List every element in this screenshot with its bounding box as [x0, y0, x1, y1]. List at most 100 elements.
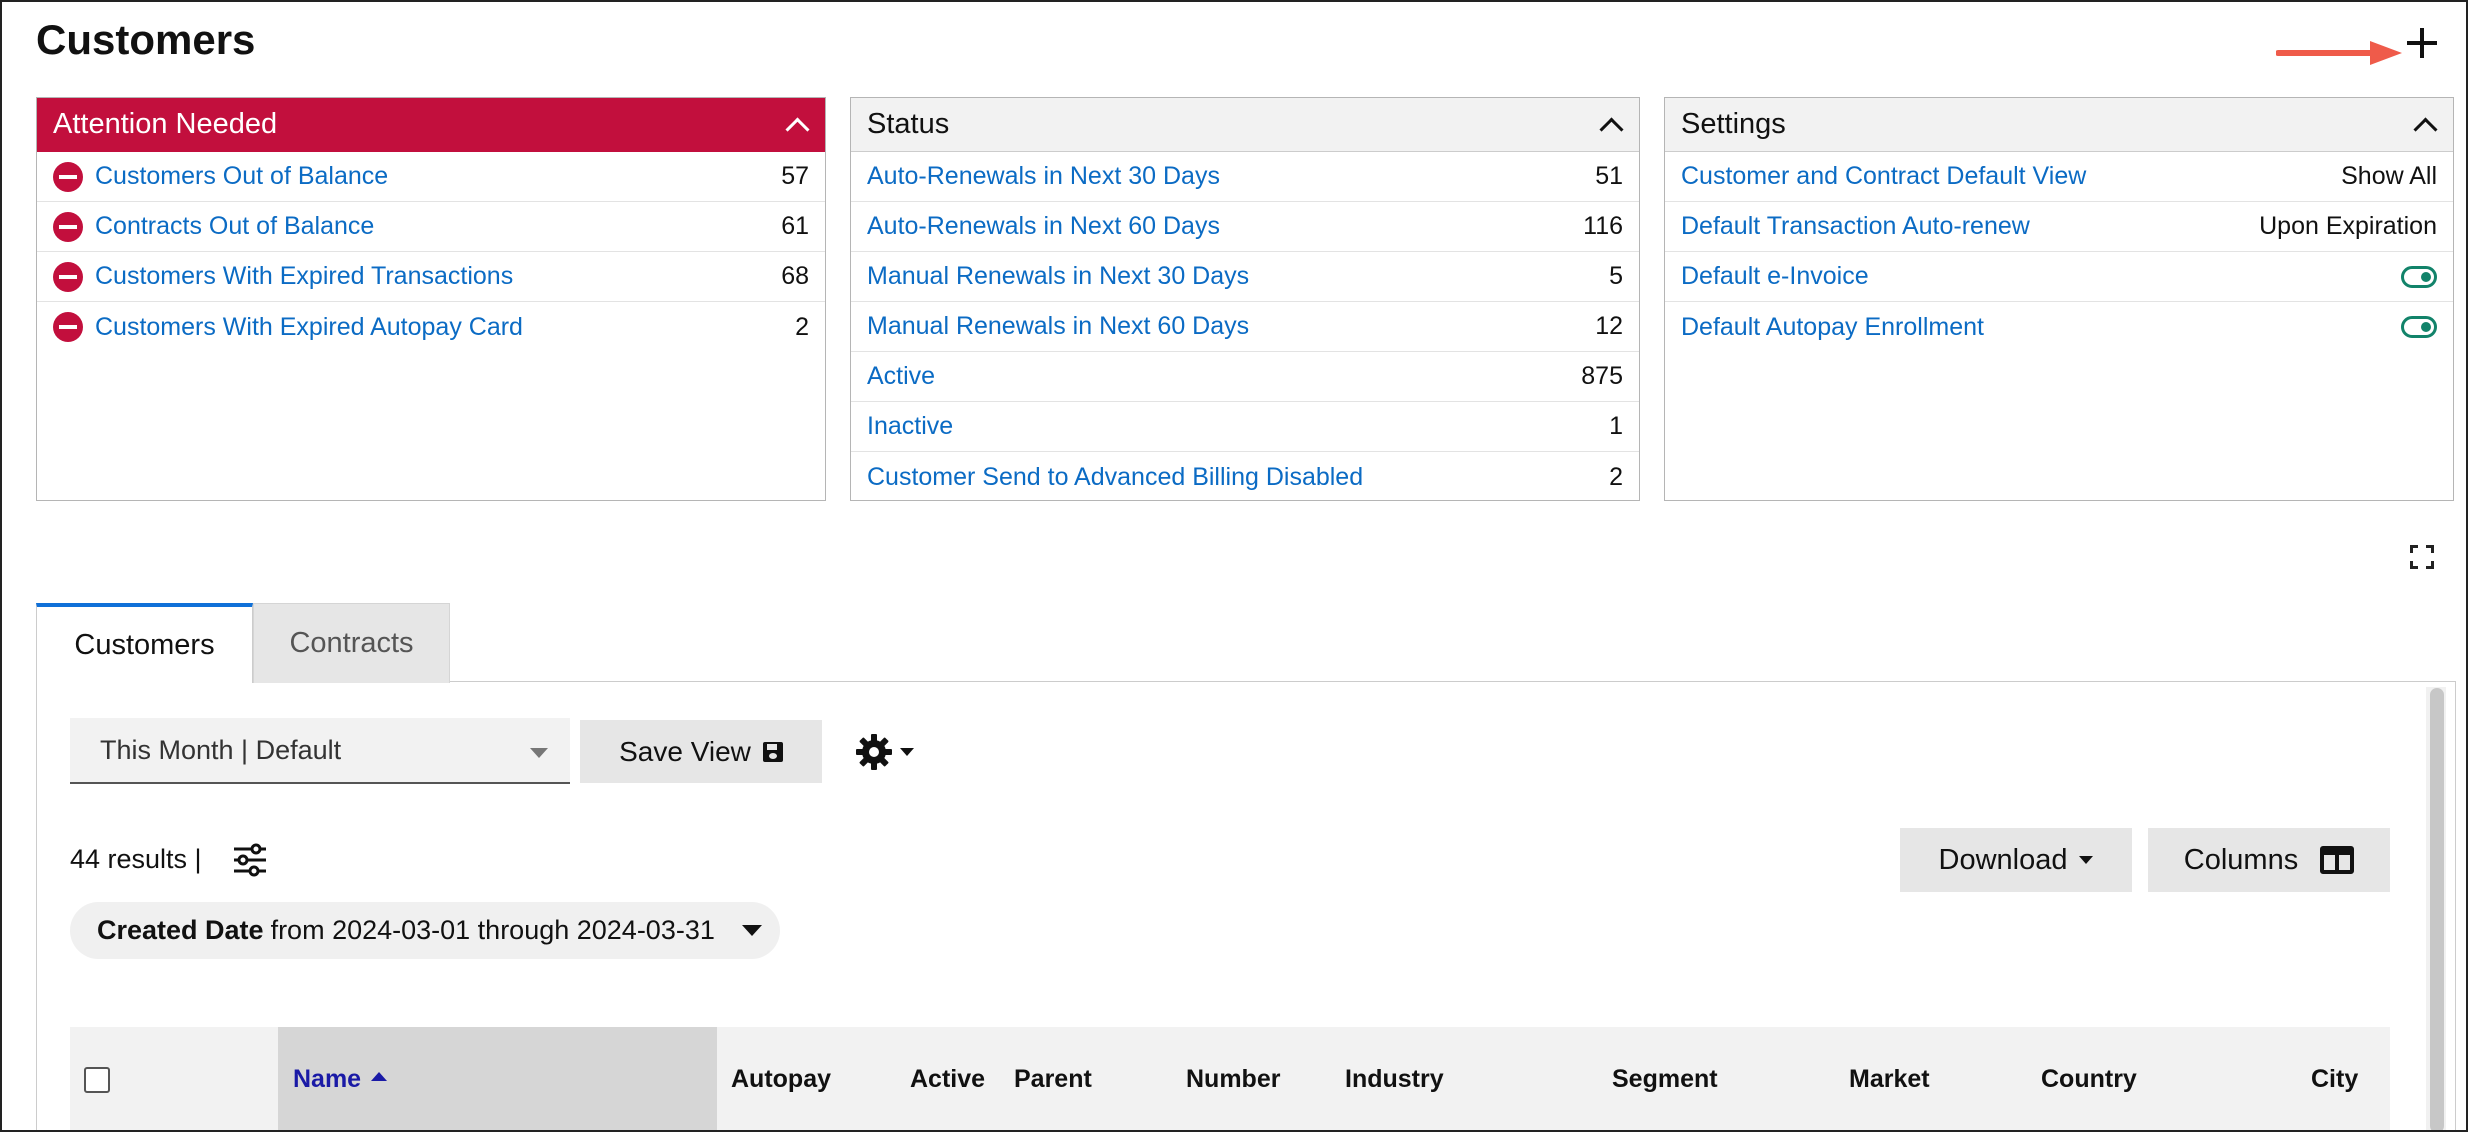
minus-circle-icon: [53, 261, 83, 292]
list-item: Inactive 1: [851, 402, 1639, 452]
card-title: Status: [867, 108, 950, 140]
setting-link[interactable]: Default e-Invoice: [1681, 262, 1869, 291]
status-link[interactable]: Customer Send to Advanced Billing Disabl…: [867, 463, 1363, 492]
toggle-on-icon[interactable]: [2401, 316, 2437, 338]
filter-sliders-icon[interactable]: [230, 840, 270, 880]
count: 51: [1595, 162, 1623, 190]
attention-link[interactable]: Customers With Expired Transactions: [95, 262, 513, 291]
count: 116: [1583, 212, 1623, 240]
status-link[interactable]: Inactive: [867, 412, 953, 441]
status-header[interactable]: Status: [851, 98, 1639, 152]
list-item: Customers Out of Balance 57: [37, 152, 825, 202]
list-item: Default Autopay Enrollment: [1665, 302, 2453, 352]
tab-contracts[interactable]: Contracts: [253, 603, 450, 683]
caret-down-icon: [741, 925, 762, 936]
attention-link[interactable]: Customers With Expired Autopay Card: [95, 313, 523, 342]
setting-value: Upon Expiration: [2259, 212, 2437, 240]
view-select[interactable]: This Month | Default: [70, 718, 570, 784]
list-item: Auto-Renewals in Next 60 Days 116: [851, 202, 1639, 252]
setting-link[interactable]: Default Autopay Enrollment: [1681, 313, 1984, 342]
count: 61: [781, 212, 809, 240]
columns-label: Columns: [2183, 843, 2299, 876]
column-header-number[interactable]: Number: [1186, 1027, 1280, 1130]
status-link[interactable]: Auto-Renewals in Next 60 Days: [867, 212, 1220, 241]
chevron-up-icon[interactable]: [1597, 112, 1623, 138]
count: 1: [1609, 412, 1623, 440]
save-view-button[interactable]: Save View: [580, 720, 822, 783]
app-window: Customers Attention Needed Customers Out…: [0, 0, 2468, 1132]
column-header-autopay[interactable]: Autopay: [731, 1027, 831, 1130]
columns-button[interactable]: Columns: [2148, 828, 2390, 892]
status-link[interactable]: Manual Renewals in Next 60 Days: [867, 312, 1249, 341]
count: 57: [781, 162, 809, 190]
list-item: Customer and Contract Default View Show A…: [1665, 152, 2453, 202]
status-link[interactable]: Auto-Renewals in Next 30 Days: [867, 162, 1220, 191]
card-title: Settings: [1681, 108, 1786, 140]
count: 2: [795, 312, 809, 341]
download-button[interactable]: Download: [1900, 828, 2132, 892]
status-card: Status Auto-Renewals in Next 30 Days 51 A…: [850, 97, 1640, 501]
results-count: 44 results |: [70, 844, 202, 874]
setting-value: Show All: [2341, 162, 2437, 190]
columns-icon: [2320, 846, 2355, 874]
save-view-label: Save View: [619, 735, 751, 767]
select-all-checkbox[interactable]: [84, 1067, 110, 1093]
settings-card: Settings Customer and Contract Default V…: [1664, 97, 2454, 501]
attention-needed-card: Attention Needed Customers Out of Balanc…: [36, 97, 826, 501]
sort-asc-icon: [371, 1071, 388, 1081]
filter-text: from 2024-03-01 through 2024-03-31: [270, 915, 715, 945]
page-title: Customers: [36, 16, 256, 63]
count: 2: [1609, 462, 1623, 491]
attention-link[interactable]: Contracts Out of Balance: [95, 212, 374, 241]
filter-field: Created Date: [97, 915, 264, 945]
gear-icon: [856, 734, 892, 770]
chevron-up-icon[interactable]: [783, 112, 809, 138]
caret-down-icon: [530, 748, 548, 758]
list-item: Manual Renewals in Next 30 Days 5: [851, 252, 1639, 302]
status-link[interactable]: Active: [867, 362, 935, 391]
expand-icon[interactable]: [2410, 545, 2434, 569]
gear-menu-button[interactable]: [854, 730, 926, 774]
list-item: Customers With Expired Transactions 68: [37, 252, 825, 302]
setting-link[interactable]: Default Transaction Auto-renew: [1681, 212, 2030, 241]
table-header: Name Autopay Active Parent Number Indust…: [70, 1027, 2390, 1130]
scrollbar-thumb[interactable]: [2430, 688, 2444, 1130]
plus-icon[interactable]: [2402, 22, 2442, 62]
status-link[interactable]: Manual Renewals in Next 30 Days: [867, 262, 1249, 291]
column-header-country[interactable]: Country: [2041, 1027, 2137, 1130]
view-select-value: This Month | Default: [100, 734, 342, 765]
count: 12: [1595, 312, 1623, 340]
column-header-active[interactable]: Active: [910, 1027, 985, 1130]
column-header-segment[interactable]: Segment: [1612, 1027, 1718, 1130]
caret-down-icon: [2079, 856, 2094, 864]
list-item: Default Transaction Auto-renew Upon Expir…: [1665, 202, 2453, 252]
list-item: Manual Renewals in Next 60 Days 12: [851, 302, 1639, 352]
column-header-city[interactable]: City: [2311, 1027, 2358, 1130]
attention-needed-header[interactable]: Attention Needed: [37, 98, 825, 152]
minus-circle-icon: [53, 161, 83, 192]
caret-down-icon: [900, 748, 914, 756]
list-item: Customers With Expired Autopay Card 2: [37, 302, 825, 352]
count: 875: [1581, 362, 1623, 390]
callout-arrow-icon: [2276, 41, 2402, 65]
list-item: Auto-Renewals in Next 30 Days 51: [851, 152, 1639, 202]
column-header-name[interactable]: Name: [278, 1027, 717, 1130]
list-item: Customer Send to Advanced Billing Disabl…: [851, 452, 1639, 502]
count: 68: [781, 262, 809, 290]
date-filter-chip[interactable]: Created Date from 2024-03-01 through 202…: [70, 902, 780, 959]
list-item: Default e-Invoice: [1665, 252, 2453, 302]
chevron-up-icon[interactable]: [2411, 112, 2437, 138]
settings-header[interactable]: Settings: [1665, 98, 2453, 152]
attention-link[interactable]: Customers Out of Balance: [95, 162, 388, 191]
minus-circle-icon: [53, 312, 83, 342]
floppy-disk-icon: [762, 741, 783, 762]
tab-customers[interactable]: Customers: [36, 603, 253, 683]
list-item: Active 875: [851, 352, 1639, 402]
minus-circle-icon: [53, 211, 83, 242]
column-header-industry[interactable]: Industry: [1345, 1027, 1444, 1130]
toggle-on-icon[interactable]: [2401, 265, 2437, 288]
setting-link[interactable]: Customer and Contract Default View: [1681, 162, 2086, 191]
column-header-market[interactable]: Market: [1849, 1027, 1930, 1130]
download-label: Download: [1938, 843, 2068, 876]
column-header-parent[interactable]: Parent: [1014, 1027, 1092, 1130]
